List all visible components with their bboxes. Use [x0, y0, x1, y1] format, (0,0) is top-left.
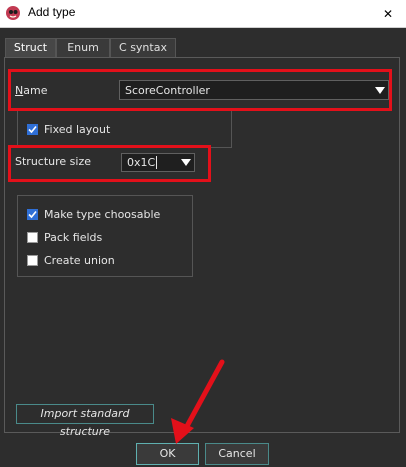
create-union-checkbox[interactable]: Create union: [27, 254, 115, 267]
tab-struct[interactable]: Struct: [5, 38, 56, 57]
window-title: Add type: [28, 5, 76, 19]
make-type-choosable-label: Make type choosable: [44, 208, 161, 221]
close-button[interactable]: ✕: [370, 0, 406, 27]
tab-label: Enum: [67, 41, 99, 54]
name-row-highlight: [8, 69, 392, 111]
create-union-label: Create union: [44, 254, 115, 267]
title-bar: Add type ✕: [0, 0, 406, 28]
pack-fields-checkbox[interactable]: Pack fields: [27, 231, 102, 244]
checkbox-unchecked-icon: [27, 255, 38, 266]
import-standard-structure-button[interactable]: Import standard structure: [16, 404, 154, 438]
structure-size-highlight: [8, 145, 211, 182]
tab-c-syntax[interactable]: C syntax: [110, 38, 176, 57]
pack-fields-label: Pack fields: [44, 231, 103, 244]
ok-button[interactable]: OK: [136, 443, 199, 465]
checkbox-checked-icon: [27, 124, 38, 135]
tab-label: Struct: [13, 41, 48, 54]
make-type-choosable-checkbox[interactable]: Make type choosable: [27, 208, 160, 221]
tab-enum[interactable]: Enum: [56, 38, 110, 57]
fixed-layout-checkbox[interactable]: Fixed layout: [27, 123, 110, 136]
app-icon: [6, 6, 20, 20]
checkbox-unchecked-icon: [27, 232, 38, 243]
checkbox-checked-icon: [27, 209, 38, 220]
close-icon: ✕: [382, 6, 394, 21]
fixed-layout-label: Fixed layout: [44, 123, 111, 136]
tab-label: C syntax: [119, 41, 167, 54]
cancel-button[interactable]: Cancel: [205, 443, 269, 465]
